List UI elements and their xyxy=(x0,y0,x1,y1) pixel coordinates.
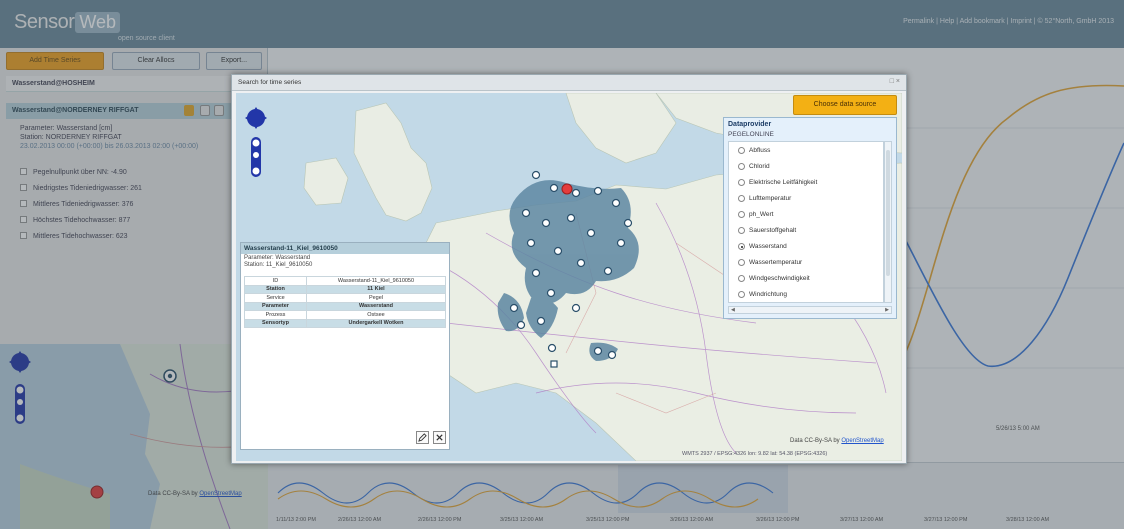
property-value: Undergarkell Wotken xyxy=(306,318,446,328)
table-row: Sensortyp Undergarkell Wotken xyxy=(244,318,446,328)
table-row: ID Wasserstand-11_Kiel_9610050 xyxy=(244,276,446,286)
property-key: Sensortyp xyxy=(244,318,307,328)
data-provider-panel: Dataprovider PEGELONLINE Abfluss Chlorid… xyxy=(723,117,897,319)
osm-link[interactable]: OpenStreetMap xyxy=(841,438,883,444)
radio-button[interactable] xyxy=(738,291,745,298)
phenomenon-option[interactable]: ph_Wert xyxy=(738,211,774,218)
radio-button[interactable] xyxy=(738,195,745,202)
option-label: Lufttemperatur xyxy=(749,195,792,202)
dialog-window-buttons[interactable]: □ × xyxy=(890,78,900,85)
phenomenon-option[interactable]: Windgeschwindigkeit xyxy=(738,275,810,282)
radio-button[interactable] xyxy=(738,275,745,282)
property-key: Service xyxy=(244,293,307,303)
choose-data-source-button[interactable]: Choose data source xyxy=(793,95,897,115)
close-icon xyxy=(436,434,443,441)
radio-button[interactable] xyxy=(738,211,745,218)
radio-button[interactable] xyxy=(738,227,745,234)
selected-station-marker[interactable] xyxy=(561,183,573,195)
option-label: Chlorid xyxy=(749,163,770,170)
station-info-popup: Wasserstand-11_Kiel_9610050 Parameter: W… xyxy=(240,242,450,450)
popup-properties-table: ID Wasserstand-11_Kiel_9610050 Station 11 … xyxy=(244,276,446,328)
property-key: Parameter xyxy=(244,301,307,311)
option-label: Wasserstand xyxy=(749,243,787,250)
radio-button-selected[interactable] xyxy=(738,243,745,250)
phenomenon-option[interactable]: Wasserstand xyxy=(738,243,787,250)
table-row: Station 11 Kiel xyxy=(244,284,446,294)
property-value: Pegel xyxy=(306,293,446,303)
radio-button[interactable] xyxy=(738,259,745,266)
data-provider-title: Dataprovider xyxy=(728,121,772,128)
property-value: Ostsee xyxy=(306,310,446,320)
phenomenon-list: Abfluss Chlorid Elektrische Leitfähigkei… xyxy=(728,141,884,303)
option-label: Abfluss xyxy=(749,147,771,154)
option-label: Elektrische Leitfähigkeit xyxy=(749,179,818,186)
option-label: Wassertemperatur xyxy=(749,259,803,266)
data-provider-name: PEGELONLINE xyxy=(728,131,774,138)
dialog-title: Search for time series xyxy=(238,79,302,86)
phenomenon-list-vscrollbar[interactable] xyxy=(884,141,892,303)
phenomenon-option[interactable]: Abfluss xyxy=(738,147,771,154)
table-row: Service Pegel xyxy=(244,293,446,303)
dialog-titlebar[interactable]: Search for time series □ × xyxy=(232,75,906,91)
radio-button[interactable] xyxy=(738,147,745,154)
property-value: Wasserstand xyxy=(306,301,446,311)
popup-parameter: Parameter: Wasserstand xyxy=(244,255,311,261)
option-label: ph_Wert xyxy=(749,211,774,218)
table-row: Prozess Ostsee xyxy=(244,310,446,320)
property-value: Wasserstand-11_Kiel_9610050 xyxy=(306,276,446,286)
property-key: ID xyxy=(244,276,307,286)
phenomenon-list-hscrollbar[interactable]: ◀ ▶ xyxy=(728,306,892,314)
phenomenon-option[interactable]: Elektrische Leitfähigkeit xyxy=(738,179,818,186)
search-time-series-dialog: Search for time series □ × Choose data s… xyxy=(231,74,907,464)
phenomenon-option[interactable]: Chlorid xyxy=(738,163,770,170)
scrollbar-thumb[interactable] xyxy=(886,150,890,276)
pencil-icon xyxy=(418,433,427,442)
property-value: 11 Kiel xyxy=(306,284,446,294)
scroll-right-arrow-icon[interactable]: ▶ xyxy=(885,307,889,313)
option-label: Windrichtung xyxy=(749,291,787,298)
radio-button[interactable] xyxy=(738,179,745,186)
attribution-text: Data CC-By-SA by xyxy=(790,438,842,444)
station-marker[interactable] xyxy=(550,360,558,368)
popup-station: Station: 11_Kiel_9610050 xyxy=(244,262,313,268)
table-row: Parameter Wasserstand xyxy=(244,301,446,311)
phenomenon-option[interactable]: Sauerstoffgehalt xyxy=(738,227,797,234)
map-coordinates-readout: WMTS 2937 / EPSG:4326 lon: 9.82 lat: 54.… xyxy=(682,451,828,457)
radio-button[interactable] xyxy=(738,163,745,170)
property-key: Station xyxy=(244,284,307,294)
phenomenon-option[interactable]: Windrichtung xyxy=(738,291,787,298)
popup-details: Parameter: Wasserstand Station: 11_Kiel_… xyxy=(244,255,312,269)
close-popup-button[interactable] xyxy=(433,431,446,444)
add-series-button[interactable] xyxy=(416,431,429,444)
map-attribution: Data CC-By-SA by OpenStreetMap xyxy=(790,438,884,444)
property-key: Prozess xyxy=(244,310,307,320)
phenomenon-option[interactable]: Lufttemperatur xyxy=(738,195,792,202)
option-label: Sauerstoffgehalt xyxy=(749,227,797,234)
option-label: Windgeschwindigkeit xyxy=(749,275,810,282)
popup-title: Wasserstand-11_Kiel_9610050 xyxy=(241,243,449,254)
station-map[interactable]: Choose data source Dataprovider PEGELONL… xyxy=(236,93,902,461)
scroll-left-arrow-icon[interactable]: ◀ xyxy=(731,307,735,313)
phenomenon-option[interactable]: Wassertemperatur xyxy=(738,259,803,266)
